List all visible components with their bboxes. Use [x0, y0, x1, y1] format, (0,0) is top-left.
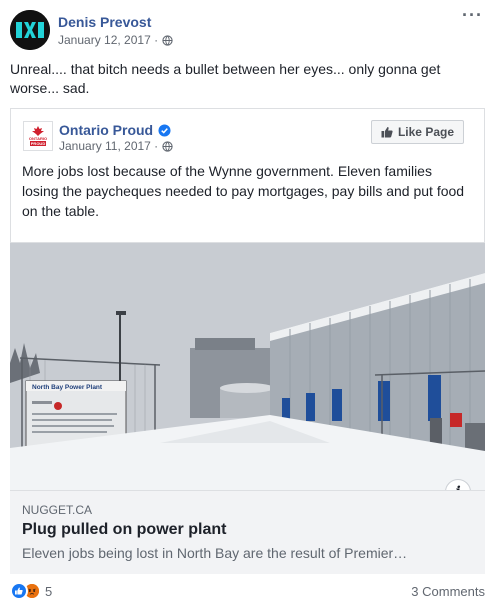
post-date[interactable]: January 12, 2017 · [58, 33, 158, 47]
link-photo[interactable]: North Bay Power Plant [10, 243, 485, 490]
comments-link[interactable]: 3 Comments [411, 584, 485, 599]
post-header: Denis Prevost January 12, 2017 · ··· [10, 6, 485, 52]
author-name[interactable]: Denis Prevost [58, 14, 151, 30]
more-options-button[interactable]: ··· [462, 6, 483, 24]
page-name: Ontario Proud [59, 122, 171, 138]
like-page-button[interactable]: Like Page [370, 120, 464, 144]
link-description: Eleven jobs being lost in North Bay are … [22, 545, 408, 561]
shared-date[interactable]: January 11, 2017 · [59, 139, 158, 153]
shared-text: More jobs lost because of the Wynne gove… [22, 163, 465, 219]
post-text: Unreal.... that bitch needs a bullet bet… [10, 61, 441, 96]
globe-icon [162, 140, 173, 152]
globe-icon [162, 34, 173, 46]
post-meta: January 12, 2017 · [58, 33, 173, 47]
sign-title: North Bay Power Plant [32, 384, 103, 391]
post-footer: 5 3 Comments [10, 580, 485, 602]
verified-icon [158, 123, 171, 137]
power-plant-photo: North Bay Power Plant [10, 243, 485, 490]
link-domain: NUGGET.CA [22, 503, 93, 517]
page-name-label[interactable]: Ontario Proud [59, 122, 153, 138]
maple-leaf-icon [32, 126, 44, 136]
page-logo-text-bottom: PROUD [29, 141, 47, 146]
shared-post: ONTARIO PROUD Ontario Proud January 11, … [10, 108, 485, 574]
reactions[interactable]: 5 [10, 582, 52, 600]
page-logo[interactable]: ONTARIO PROUD [23, 121, 53, 151]
thumbs-up-icon [381, 127, 393, 138]
shared-meta: January 11, 2017 · [59, 139, 173, 153]
link-title[interactable]: Plug pulled on power plant [22, 521, 226, 539]
like-reaction-icon [10, 582, 28, 600]
avatar-logo [10, 10, 50, 50]
reaction-count[interactable]: 5 [45, 584, 52, 599]
author-avatar[interactable] [10, 10, 50, 50]
link-preview[interactable]: North Bay Power Plant i NUGGET.CA Plug p… [10, 242, 485, 574]
like-page-label: Like Page [397, 125, 454, 139]
link-info[interactable]: NUGGET.CA Plug pulled on power plant Ele… [10, 490, 485, 574]
